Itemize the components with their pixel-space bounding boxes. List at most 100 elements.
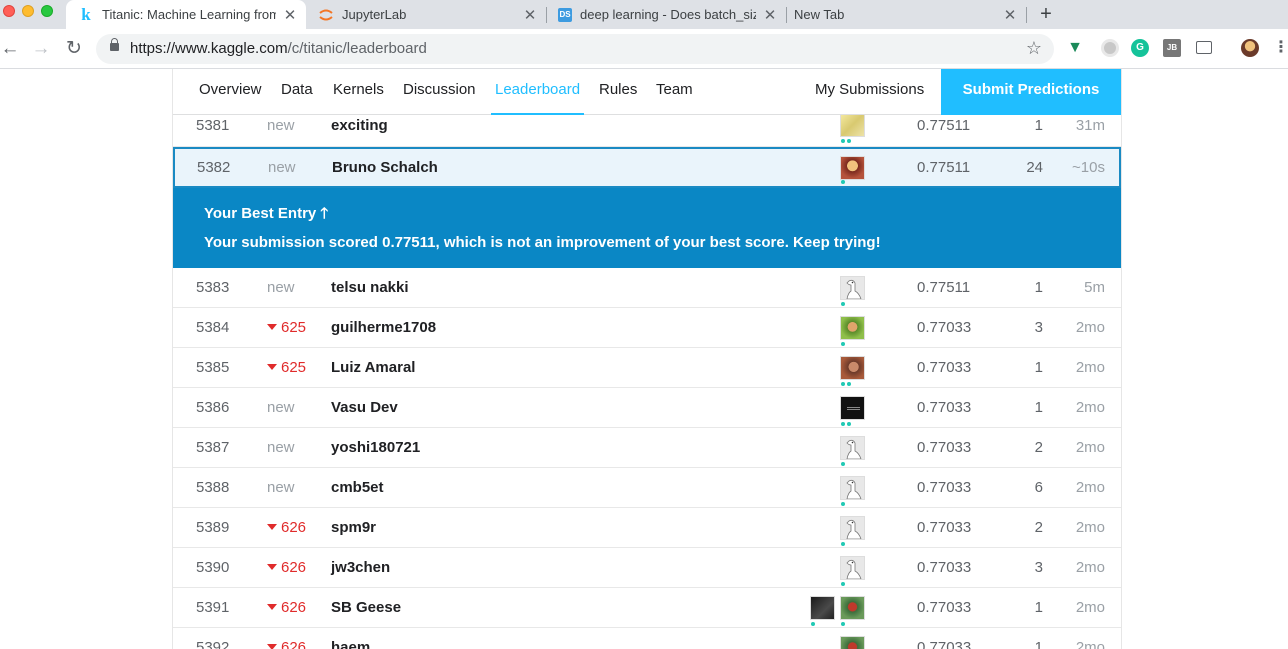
window-zoom-button[interactable] [41,5,53,17]
table-row[interactable]: 5389 626 spm9r 0.77033 2 2mo [173,508,1121,548]
competition-subnav: Overview Data Kernels Discussion Leaderb… [173,69,1121,115]
tab-kernels[interactable]: Kernels [333,69,384,115]
entries: 1 [1034,599,1043,616]
team-name[interactable]: SB Geese [331,588,401,628]
team-name[interactable]: Bruno Schalch [332,149,438,186]
entries: 1 [1034,117,1043,134]
my-team-row[interactable]: 5382 new Bruno Schalch 0.77511 24 ~10s [173,147,1121,188]
menu-icon[interactable]: ⋮ [1272,39,1288,57]
table-row[interactable]: 5385 625 Luiz Amaral 0.77033 1 2mo [173,348,1121,388]
close-tab-icon[interactable]: ✕ [1002,6,1018,24]
default-goose-avatar[interactable] [840,276,865,300]
my-submissions-link[interactable]: My Submissions [815,69,924,115]
avatar[interactable] [840,356,865,380]
rank-change-value: 626 [281,639,307,649]
last-submission: 2mo [1075,479,1105,496]
vuejs-devtools-icon[interactable]: ▼ [1066,39,1084,57]
back-arrow-icon[interactable]: ← [0,37,22,61]
browser-tab-newtab[interactable]: New Tab ✕ [786,0,1026,29]
extension-circle-icon[interactable] [1101,39,1119,57]
last-submission: 2mo [1075,399,1105,416]
grammarly-icon[interactable]: G [1131,39,1149,57]
table-row[interactable]: 5384 625 guilherme1708 0.77033 3 2mo [173,308,1121,348]
jetbrains-icon[interactable]: JB [1163,39,1181,57]
table-row[interactable]: 5387 new yoshi180721 0.77033 2 2mo [173,428,1121,468]
new-tab-button[interactable]: + [1034,2,1058,26]
tab-discussion[interactable]: Discussion [403,69,476,115]
submit-predictions-button[interactable]: Submit Predictions [941,69,1121,115]
avatar[interactable] [840,396,865,420]
team-name[interactable]: guilherme1708 [331,308,436,348]
table-row[interactable]: 5383 new telsu nakki 0.77511 1 5m [173,268,1121,308]
cast-icon[interactable] [1196,41,1212,54]
member-dots [841,342,845,346]
avatar[interactable] [840,636,865,649]
team-name[interactable]: exciting [331,115,388,137]
arrow-up-icon: 🡑 [320,205,329,222]
tab-data[interactable]: Data [281,69,313,115]
last-submission: 2mo [1075,519,1105,536]
forward-arrow-icon[interactable]: → [29,37,53,61]
team-name[interactable]: Vasu Dev [331,388,398,428]
default-goose-avatar[interactable] [840,476,865,500]
table-row[interactable]: 5390 626 jw3chen 0.77033 3 2mo [173,548,1121,588]
default-goose-avatar[interactable] [840,556,865,580]
entries: 2 [1034,439,1043,456]
kaggle-icon: k [81,4,91,24]
avatar[interactable] [840,113,865,137]
rank-change: new [267,439,295,456]
close-tab-icon[interactable]: ✕ [522,6,538,24]
rank-change-value: 626 [281,599,307,616]
profile-avatar-icon[interactable] [1241,39,1259,57]
team-name[interactable]: haem [331,628,370,649]
reload-icon[interactable]: ↻ [62,37,86,61]
browser-tab-stackexchange[interactable]: DS deep learning - Does batch_siz ✕ [546,0,786,29]
table-row[interactable]: 5391 626 SB Geese 0.77033 1 2mo [173,588,1121,628]
avatar[interactable] [840,596,865,620]
leaderboard-table: 5381 new exciting 0.77511 1 31m 5382 new… [173,113,1121,649]
rank: 5384 [196,319,230,336]
table-row[interactable]: 5392 626 haem 0.77033 1 2mo [173,628,1121,649]
avatar[interactable] [810,596,835,620]
tab-team[interactable]: Team [656,69,693,115]
score: 0.77511 [917,117,971,134]
member-dots [811,622,815,626]
member-dots [841,180,845,184]
table-row[interactable]: 5386 new Vasu Dev 0.77033 1 2mo [173,388,1121,428]
team-name[interactable]: jw3chen [331,548,390,588]
rank-change-value: 625 [281,319,307,336]
team-name[interactable]: Luiz Amaral [331,348,415,388]
window-close-button[interactable] [3,5,15,17]
tab-rules[interactable]: Rules [599,69,637,115]
rank-change: new [267,399,295,416]
team-name[interactable]: cmb5et [331,468,384,508]
member-dots [841,382,851,386]
tab-leaderboard[interactable]: Leaderboard [491,69,585,115]
window-minimize-button[interactable] [22,5,34,17]
tab-overview[interactable]: Overview [199,69,262,115]
score: 0.77033 [917,399,972,416]
table-row[interactable]: 5388 new cmb5et 0.77033 6 2mo [173,468,1121,508]
close-tab-icon[interactable]: ✕ [282,6,298,24]
address-bar[interactable]: https://www.kaggle.com/c/titanic/leaderb… [96,34,1054,64]
score: 0.77033 [917,359,972,376]
avatar[interactable] [840,156,865,180]
bookmark-star-icon[interactable]: ☆ [1026,38,1042,59]
url-text[interactable]: https://www.kaggle.com/c/titanic/leaderb… [130,40,427,57]
team-name[interactable]: yoshi180721 [331,428,420,468]
best-entry-banner: Your Best Entry 🡑 Your submission scored… [173,188,1121,268]
close-tab-icon[interactable]: ✕ [762,6,778,24]
table-row[interactable]: 5381 new exciting 0.77511 1 31m [173,113,1121,147]
browser-tab-kaggle[interactable]: k Titanic: Machine Learning from ✕ [66,0,306,29]
avatar[interactable] [840,316,865,340]
rank-change: 625 [267,308,327,348]
default-goose-avatar[interactable] [840,436,865,460]
leaderboard-page: Overview Data Kernels Discussion Leaderb… [172,69,1122,649]
rank: 5385 [196,359,230,376]
browser-tab-jupyterlab[interactable]: JupyterLab ✕ [306,0,546,29]
team-name[interactable]: telsu nakki [331,268,409,308]
team-name[interactable]: spm9r [331,508,376,548]
default-goose-avatar[interactable] [840,516,865,540]
last-submission: 31m [1075,117,1105,134]
rank-change: 626 [267,508,327,548]
